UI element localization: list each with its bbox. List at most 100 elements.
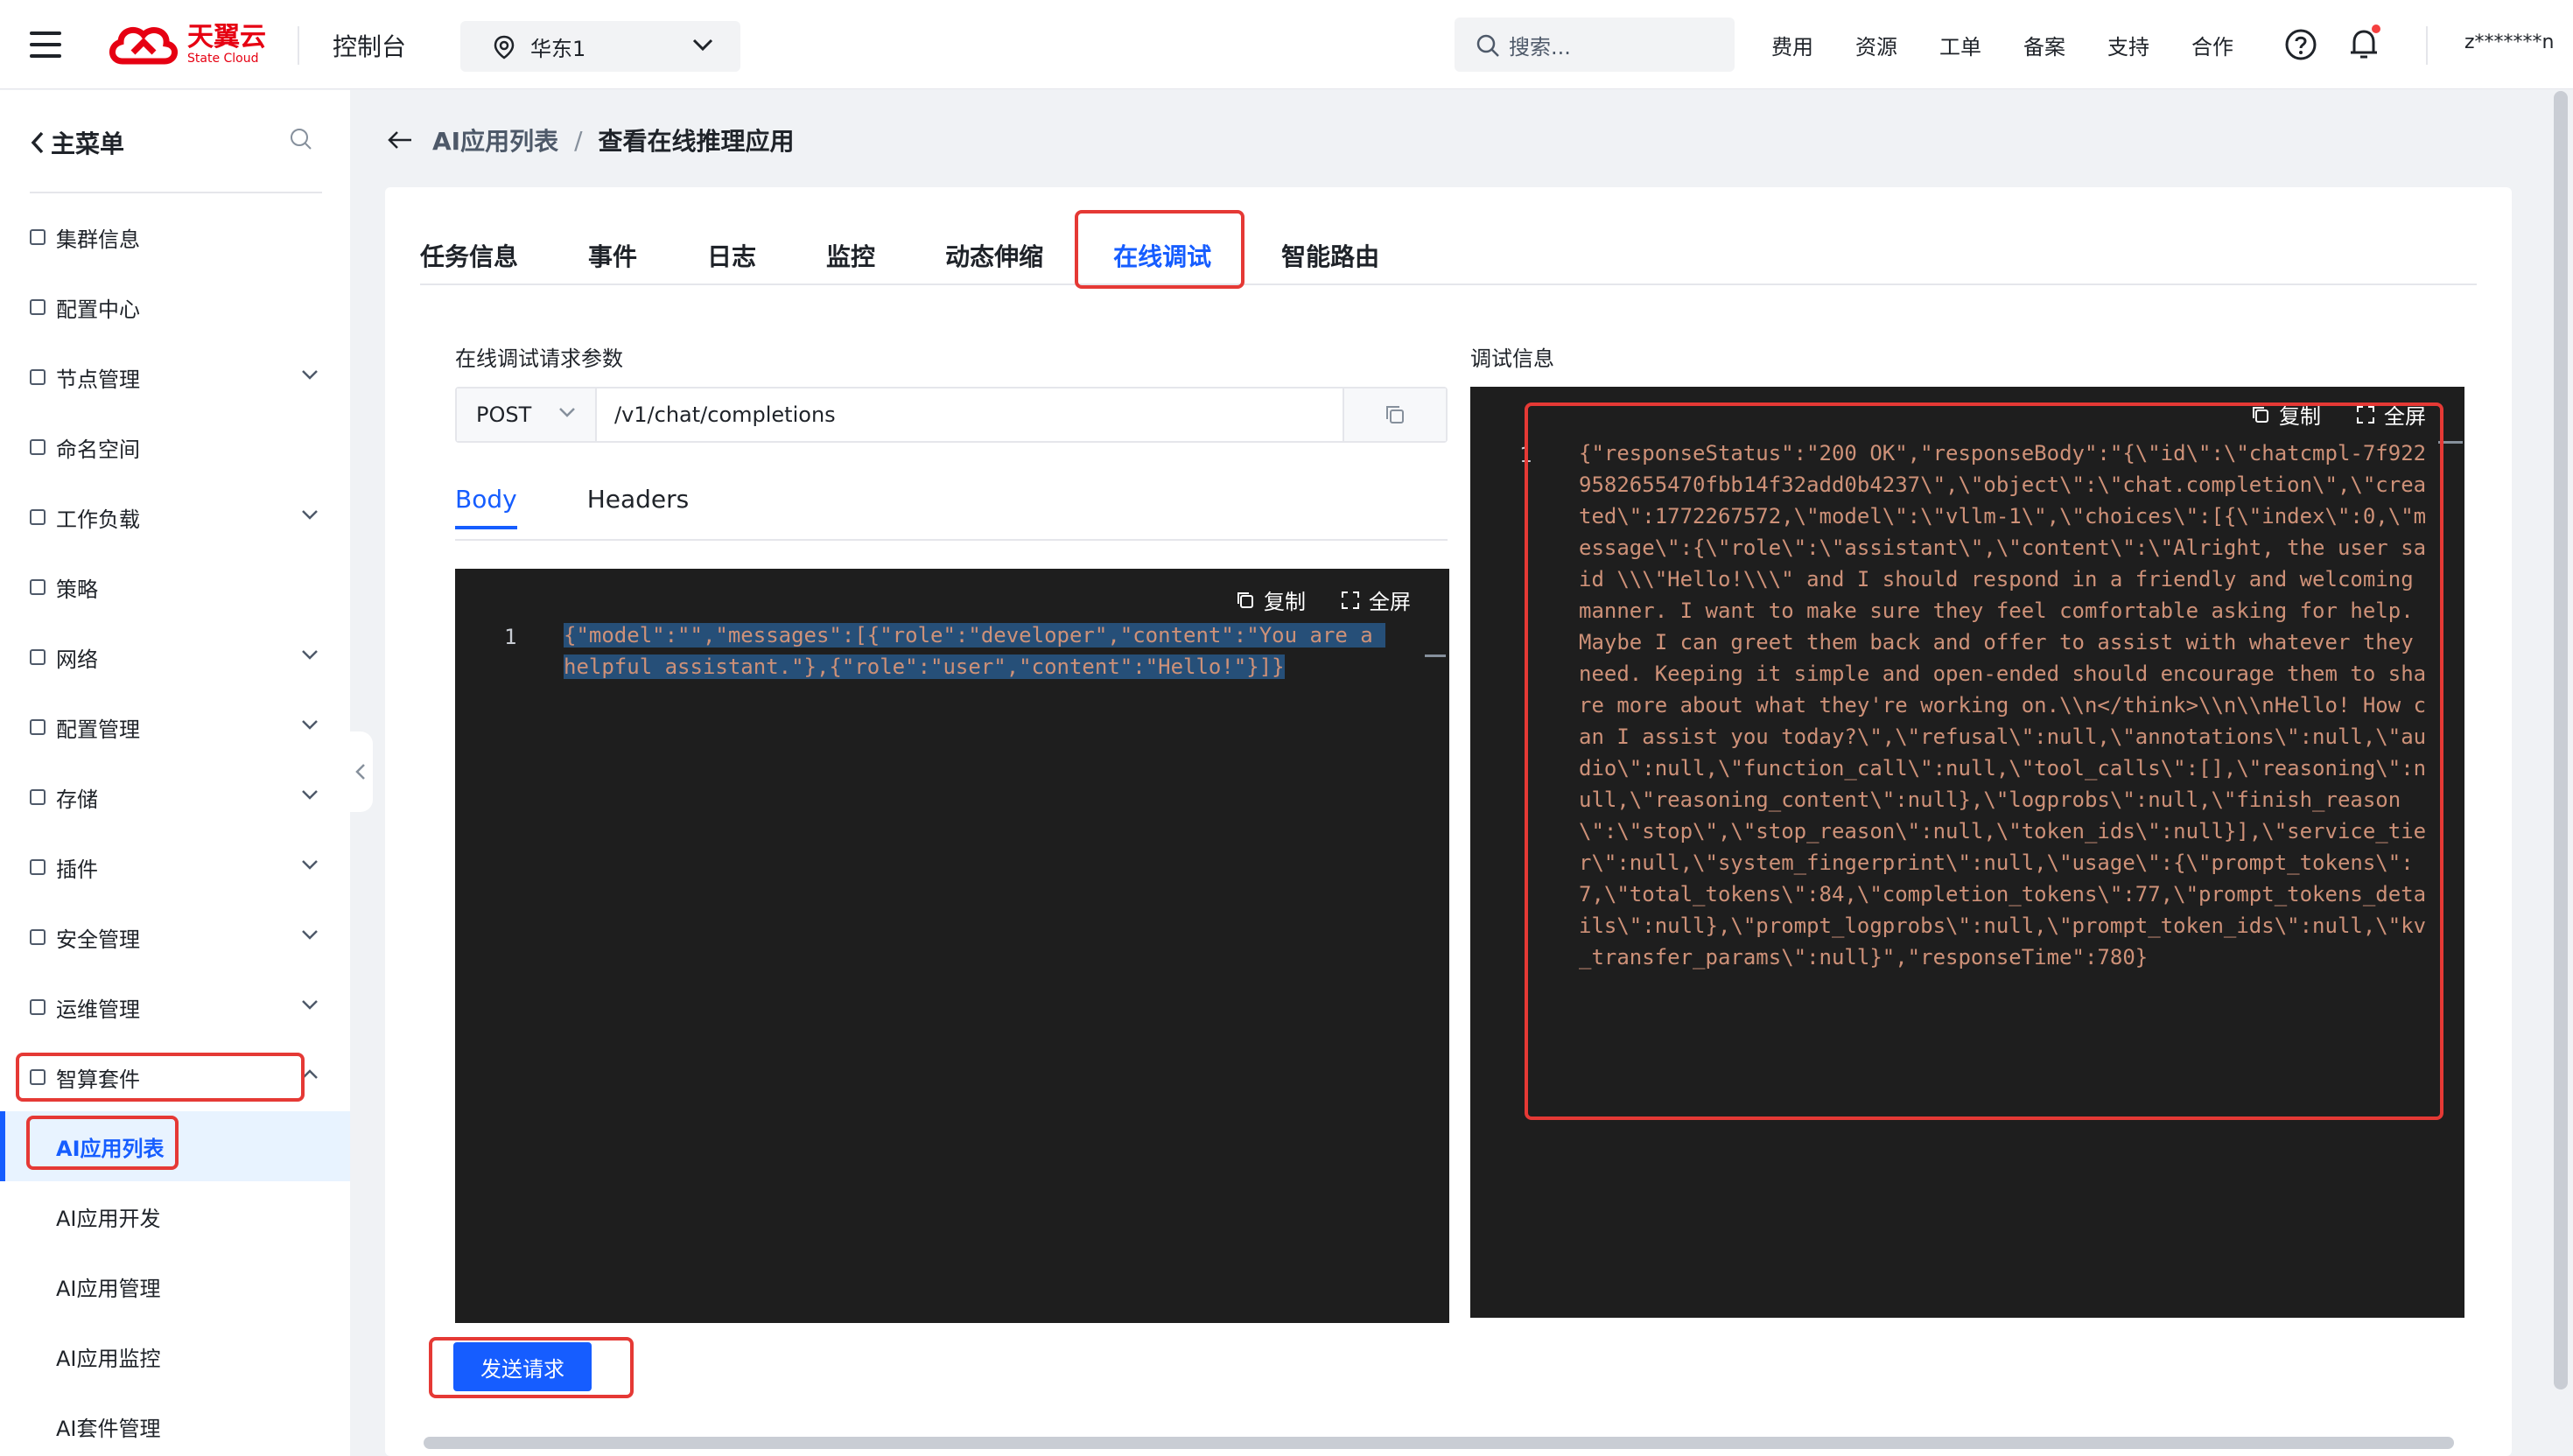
sidebar-item-storage[interactable]: 存储 — [30, 778, 319, 816]
highlight-box — [429, 1337, 634, 1398]
chevron-down-icon — [302, 860, 318, 870]
sidebar-back[interactable]: 主菜单 — [30, 125, 124, 160]
link-resources[interactable]: 资源 — [1855, 30, 1939, 60]
logo[interactable]: 天翼云 State Cloud — [107, 23, 266, 66]
tab-bar: 任务信息 事件 日志 监控 动态伸缩 在线调试 智能路由 — [420, 229, 1449, 282]
sidebar-item-ops[interactable]: 运维管理 — [30, 988, 319, 1026]
ops-icon — [30, 999, 46, 1015]
breadcrumb: AI应用列表 / 查看在线推理应用 — [387, 122, 795, 158]
request-section-label: 在线调试请求参数 — [455, 346, 623, 371]
link-billing[interactable]: 费用 — [1771, 30, 1855, 60]
subtab-body[interactable]: Body — [455, 485, 517, 529]
copy-url-button[interactable] — [1343, 388, 1446, 441]
sidebar-subitem-ai-app-dev[interactable]: AI应用开发 — [56, 1199, 161, 1234]
policy-icon — [30, 579, 46, 595]
menu-icon[interactable] — [30, 32, 61, 58]
notification-bell-icon[interactable] — [2349, 24, 2380, 65]
plugin-icon — [30, 859, 46, 875]
request-bar: POST /v1/chat/completions — [455, 387, 1448, 443]
storage-icon — [30, 789, 46, 805]
sidebar-item-config-center[interactable]: 配置中心 — [30, 288, 319, 326]
fullscreen-button[interactable]: 全屏 — [1341, 584, 1411, 615]
chevron-down-icon — [692, 38, 713, 52]
link-support[interactable]: 支持 — [2107, 30, 2191, 60]
search-placeholder: 搜索... — [1509, 34, 1571, 60]
sidebar-item-workloads[interactable]: 工作负载 — [30, 498, 319, 536]
sidebar-item-plugins[interactable]: 插件 — [30, 848, 319, 886]
request-subtabs: Body Headers — [455, 485, 759, 529]
copy-button[interactable]: 复制 — [1236, 584, 1306, 615]
sidebar-item-nodes[interactable]: 节点管理 — [30, 358, 319, 396]
search-icon — [1476, 34, 1499, 57]
sidebar-item-label: 网络 — [56, 647, 98, 672]
highlight-box — [16, 1053, 305, 1102]
sidebar-item-label: 插件 — [56, 857, 98, 882]
divider — [30, 192, 322, 193]
sidebar-item-label: 节点管理 — [56, 367, 140, 392]
region-select[interactable]: 华东1 — [460, 21, 740, 72]
breadcrumb-separator: / — [574, 125, 583, 155]
body-editor[interactable]: 复制 全屏 1 {"model":"","messages":[{"role":… — [455, 569, 1449, 1323]
tab-monitoring[interactable]: 监控 — [826, 238, 875, 273]
sidebar-item-network[interactable]: 网络 — [30, 638, 319, 676]
workload-icon — [30, 509, 46, 525]
tab-events[interactable]: 事件 — [588, 238, 637, 273]
sidebar: 主菜单 集群信息 配置中心 节点管理 命名空间 工作负载 策略 网络 配置管理 … — [0, 90, 350, 1456]
tab-task-info[interactable]: 任务信息 — [420, 238, 518, 273]
link-partners[interactable]: 合作 — [2191, 30, 2275, 60]
sidebar-item-policies[interactable]: 策略 — [30, 568, 319, 606]
divider — [2426, 26, 2428, 65]
chevron-down-icon — [559, 408, 575, 417]
body-code[interactable]: {"model":"","messages":[{"role":"develop… — [564, 620, 1386, 682]
url-input[interactable]: /v1/chat/completions — [597, 388, 1343, 441]
sidebar-item-cluster-info[interactable]: 集群信息 — [30, 218, 319, 256]
chevron-down-icon — [302, 790, 318, 800]
chevron-down-icon — [302, 650, 318, 660]
copy-icon — [1386, 406, 1404, 424]
sidebar-item-label: 配置中心 — [56, 297, 140, 322]
sidebar-item-security[interactable]: 安全管理 — [30, 918, 319, 956]
breadcrumb-parent[interactable]: AI应用列表 — [432, 122, 558, 158]
search-input[interactable]: 搜索... — [1455, 18, 1735, 72]
sidebar-item-label: 策略 — [56, 577, 98, 602]
brand-name-en: State Cloud — [187, 52, 259, 66]
vertical-scrollbar[interactable] — [2554, 91, 2568, 1390]
subtab-headers[interactable]: Headers — [587, 485, 690, 529]
fullscreen-icon — [1342, 591, 1359, 609]
chevron-down-icon — [302, 720, 318, 730]
horizontal-scrollbar[interactable] — [424, 1437, 2454, 1449]
help-icon[interactable] — [2284, 28, 2317, 61]
link-filing[interactable]: 备案 — [2023, 30, 2107, 60]
sidebar-item-namespaces[interactable]: 命名空间 — [30, 428, 319, 466]
highlight-box — [26, 1116, 179, 1170]
console-link[interactable]: 控制台 — [333, 28, 406, 63]
method-select[interactable]: POST — [457, 388, 597, 441]
sidebar-item-config-mgmt[interactable]: 配置管理 — [30, 708, 319, 746]
link-tickets[interactable]: 工单 — [1939, 30, 2023, 60]
settings-icon — [30, 719, 46, 735]
active-item-indicator — [0, 1111, 5, 1181]
sidebar-subitem-ai-app-monitor[interactable]: AI应用监控 — [56, 1339, 161, 1374]
arrow-left-icon[interactable] — [387, 130, 413, 150]
region-label: 华东1 — [530, 36, 586, 61]
tab-logs[interactable]: 日志 — [707, 238, 756, 273]
fullscreen-label: 全屏 — [1369, 590, 1411, 614]
sidebar-subitem-ai-app-mgmt[interactable]: AI应用管理 — [56, 1269, 161, 1304]
chevron-down-icon — [302, 1000, 318, 1010]
sidebar-collapse-toggle[interactable] — [348, 732, 373, 812]
sidebar-item-label: 命名空间 — [56, 437, 140, 462]
highlight-box — [1075, 210, 1244, 289]
cloud-logo-icon — [109, 26, 178, 65]
copy-icon — [1237, 592, 1253, 608]
divider — [455, 539, 1448, 541]
method-value: POST — [476, 402, 532, 427]
config-icon — [30, 299, 46, 315]
sidebar-subitem-ai-suite-mgmt[interactable]: AI套件管理 — [56, 1409, 161, 1444]
tab-autoscaling[interactable]: 动态伸缩 — [945, 238, 1043, 273]
tab-smart-routing[interactable]: 智能路由 — [1281, 238, 1379, 273]
top-bar: 天翼云 State Cloud 控制台 华东1 搜索... 费用 资源 工单 备… — [0, 0, 2573, 89]
search-icon[interactable] — [289, 127, 313, 151]
sidebar-item-label: 安全管理 — [56, 927, 140, 952]
network-icon — [30, 649, 46, 665]
user-account[interactable]: z*******n — [2464, 32, 2555, 53]
